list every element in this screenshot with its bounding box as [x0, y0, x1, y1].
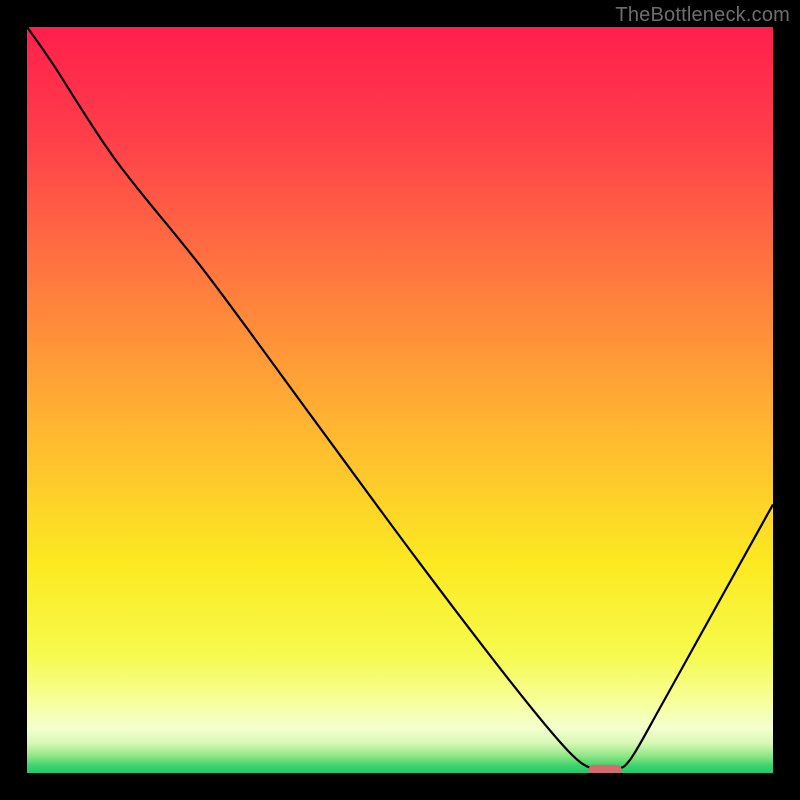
- plot-background: [27, 27, 773, 773]
- watermark-label: TheBottleneck.com: [615, 4, 790, 27]
- chart-frame: TheBottleneck.com: [0, 0, 800, 800]
- optimal-marker: [588, 765, 622, 773]
- bottleneck-chart: [27, 27, 773, 773]
